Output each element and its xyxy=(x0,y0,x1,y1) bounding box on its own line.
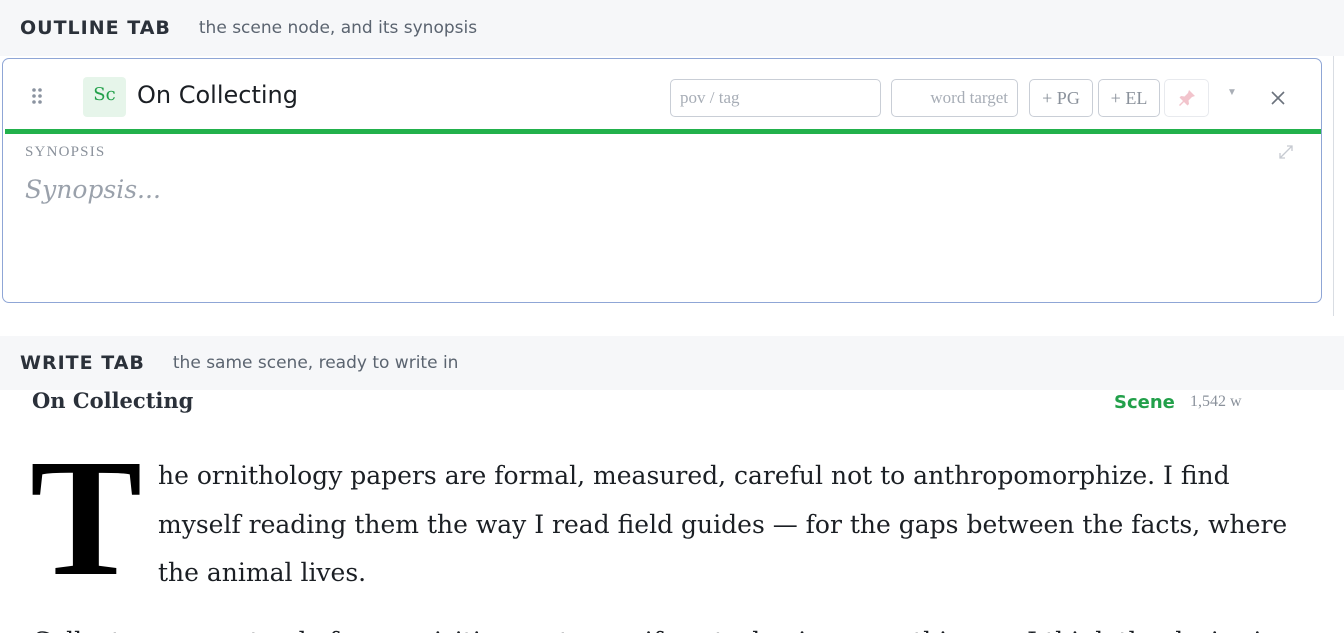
outline-tab-title: OUTLINE TAB xyxy=(20,17,171,39)
pin-button[interactable] xyxy=(1164,79,1209,117)
expand-icon[interactable] xyxy=(1279,145,1293,159)
node-type-badge: Sc xyxy=(83,77,126,117)
synopsis-label: SYNOPSIS xyxy=(25,144,106,160)
pin-icon xyxy=(1179,90,1195,106)
status-bar xyxy=(5,129,1321,134)
write-tab-subtitle: the same scene, ready to write in xyxy=(172,353,459,373)
pov-tag-input[interactable] xyxy=(670,79,881,117)
node-header: Sc On Collecting + PG + EL ▼ xyxy=(3,59,1321,129)
node-title[interactable]: On Collecting xyxy=(137,81,298,109)
add-pg-button[interactable]: + PG xyxy=(1029,79,1093,117)
scene-paragraph[interactable]: he ornithology papers are formal, measur… xyxy=(158,452,1288,598)
outline-tab-subtitle: the scene node, and its synopsis xyxy=(198,18,478,38)
word-target-input[interactable] xyxy=(891,79,1018,117)
scene-paragraph[interactable]: Collectors are not only for acquisition,… xyxy=(32,622,1332,633)
write-tab-header: WRITE TAB the same scene, ready to write… xyxy=(0,336,1344,390)
scene-type-label: Scene xyxy=(1114,392,1175,413)
close-icon[interactable] xyxy=(1269,89,1287,107)
add-el-button[interactable]: + EL xyxy=(1098,79,1160,117)
word-count: 1,542 w xyxy=(1190,393,1242,410)
outline-tab-header: OUTLINE TAB the scene node, and its syno… xyxy=(0,0,1344,56)
panel-divider xyxy=(1333,56,1334,316)
write-tab-title: WRITE TAB xyxy=(20,352,145,374)
scene-title: On Collecting xyxy=(32,388,194,413)
scene-node-card: Sc On Collecting + PG + EL ▼ SYNOPSIS xyxy=(2,58,1322,303)
drag-handle-icon[interactable] xyxy=(31,87,43,105)
synopsis-textarea[interactable] xyxy=(25,175,1295,285)
chevron-down-icon[interactable]: ▼ xyxy=(1227,87,1237,98)
drop-cap: T xyxy=(30,425,143,611)
